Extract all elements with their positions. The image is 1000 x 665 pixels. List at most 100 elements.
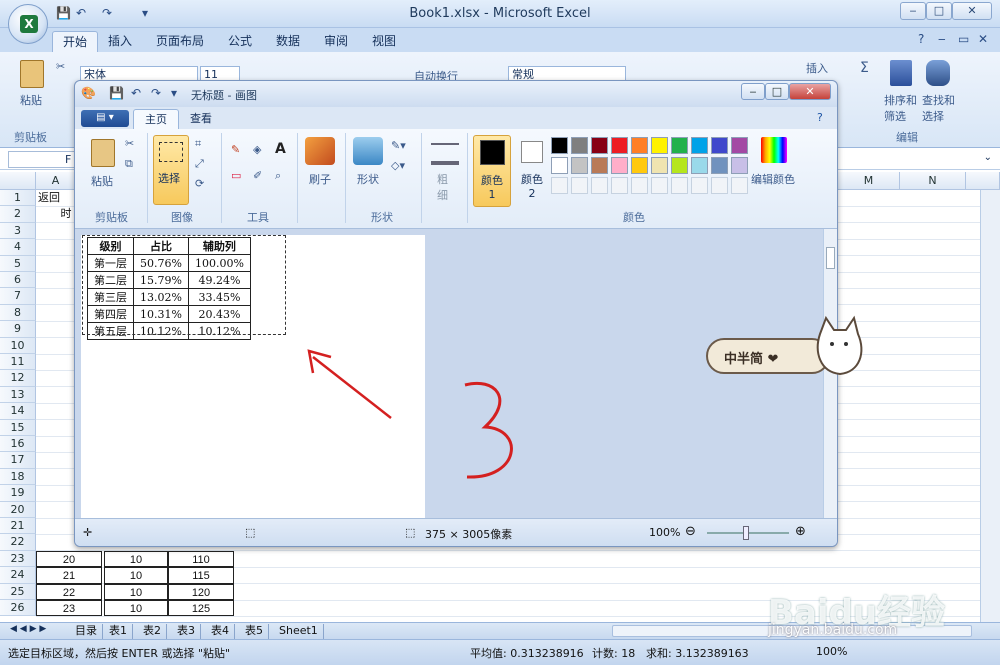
- paint-minimize-button[interactable]: ‒: [741, 83, 765, 100]
- data-cell[interactable]: 10: [104, 550, 168, 568]
- sheet-tab[interactable]: Sheet1: [274, 624, 324, 639]
- office-button[interactable]: X: [8, 4, 48, 44]
- row-header[interactable]: 3: [0, 222, 36, 240]
- fill-shape-icon[interactable]: ◇▾: [391, 159, 405, 172]
- row-header[interactable]: 25: [0, 583, 36, 600]
- zoom-in-icon[interactable]: ⊕: [795, 524, 806, 539]
- edit-colors-icon[interactable]: [761, 137, 787, 163]
- palette-swatch[interactable]: [711, 157, 728, 174]
- row-header[interactable]: 16: [0, 436, 36, 453]
- palette-swatch[interactable]: [711, 137, 728, 154]
- data-cell[interactable]: 125: [168, 600, 234, 617]
- find-select-button[interactable]: 查找和选择: [922, 92, 962, 124]
- fill-icon[interactable]: ◈: [253, 143, 261, 156]
- row-header[interactable]: 4: [0, 239, 36, 256]
- palette-swatch[interactable]: [651, 137, 668, 154]
- palette-empty-slot[interactable]: [731, 177, 748, 194]
- row-header[interactable]: 5: [0, 255, 36, 272]
- tab-page-layout[interactable]: 页面布局: [146, 31, 214, 52]
- data-cell[interactable]: 10: [104, 583, 168, 600]
- paint-close-button[interactable]: ✕: [789, 83, 831, 100]
- crop-icon[interactable]: ⌗: [195, 137, 201, 151]
- autosum-icon[interactable]: Σ: [860, 60, 869, 76]
- color2-button[interactable]: 颜色 2: [515, 135, 551, 207]
- row-header[interactable]: 14: [0, 403, 36, 420]
- data-cell[interactable]: 21: [36, 567, 102, 584]
- outline-icon[interactable]: ✎▾: [391, 139, 406, 152]
- row-header[interactable]: 2: [0, 206, 36, 223]
- row-header[interactable]: 26: [0, 600, 36, 617]
- data-cell[interactable]: 23: [36, 600, 102, 617]
- row-header[interactable]: 18: [0, 468, 36, 486]
- size-button[interactable]: 粗细: [437, 171, 451, 203]
- magnifier-icon[interactable]: ⌕: [275, 169, 281, 183]
- palette-swatch[interactable]: [671, 137, 688, 154]
- palette-empty-slot[interactable]: [711, 177, 728, 194]
- size-lines-icon[interactable]: [431, 143, 459, 165]
- text-tool-icon[interactable]: A: [275, 141, 286, 157]
- paint-customize-icon[interactable]: ▾: [171, 86, 177, 100]
- row-header[interactable]: 7: [0, 288, 36, 305]
- maximize-button[interactable]: □: [926, 2, 952, 20]
- row-header[interactable]: 1: [0, 190, 36, 207]
- palette-swatch[interactable]: [631, 137, 648, 154]
- sheet-tab[interactable]: 表4: [206, 624, 235, 639]
- palette-swatch[interactable]: [691, 137, 708, 154]
- palette-swatch[interactable]: [591, 137, 608, 154]
- zoom-out-icon[interactable]: ⊖: [685, 524, 696, 539]
- find-binoculars-icon[interactable]: [926, 60, 950, 86]
- palette-swatch[interactable]: [651, 157, 668, 174]
- row-header[interactable]: 13: [0, 386, 36, 404]
- row-header[interactable]: 17: [0, 452, 36, 469]
- palette-swatch[interactable]: [731, 157, 748, 174]
- data-cell[interactable]: 120: [168, 583, 234, 600]
- col-header-a[interactable]: A: [36, 172, 76, 190]
- palette-swatch[interactable]: [691, 157, 708, 174]
- data-cell[interactable]: 10: [104, 600, 168, 617]
- sort-filter-button[interactable]: 排序和筛选: [884, 92, 924, 124]
- row-header[interactable]: 8: [0, 304, 36, 322]
- paint-canvas[interactable]: 级别 占比 辅助列 第一层 50.76% 100.00% 第二层 15.79% 49.24% 第…: [81, 235, 425, 518]
- sort-filter-icon[interactable]: [890, 60, 912, 86]
- row-header[interactable]: 19: [0, 485, 36, 502]
- row-header[interactable]: 15: [0, 419, 36, 436]
- paint-cut-icon[interactable]: ✂: [125, 137, 134, 150]
- palette-swatch[interactable]: [571, 137, 588, 154]
- edit-colors-button[interactable]: 编辑颜色: [751, 171, 795, 187]
- close-button[interactable]: ✕: [952, 2, 992, 20]
- row-header[interactable]: 9: [0, 321, 36, 338]
- data-cell[interactable]: 110: [168, 550, 234, 568]
- row-header[interactable]: 24: [0, 567, 36, 584]
- col-header-n[interactable]: N: [900, 172, 966, 190]
- pencil-icon[interactable]: ✎: [231, 143, 240, 156]
- palette-swatch[interactable]: [731, 137, 748, 154]
- color-picker-icon[interactable]: ✐: [253, 169, 262, 182]
- paint-redo-icon[interactable]: ↷: [151, 86, 161, 100]
- paint-paste-icon[interactable]: [91, 139, 115, 167]
- paint-save-icon[interactable]: 💾: [109, 86, 124, 100]
- paste-button-label[interactable]: 粘贴: [20, 92, 42, 108]
- eraser-icon[interactable]: ▭: [231, 169, 241, 182]
- palette-empty-slot[interactable]: [551, 177, 568, 194]
- ribbon-minimize-icon[interactable]: ‒: [938, 32, 946, 46]
- select-button[interactable]: 选择: [153, 135, 189, 205]
- data-cell[interactable]: 20: [36, 550, 102, 568]
- row-header[interactable]: 21: [0, 518, 36, 535]
- palette-swatch[interactable]: [551, 137, 568, 154]
- sheet-tab[interactable]: 表1: [104, 624, 133, 639]
- data-cell[interactable]: 22: [36, 583, 102, 600]
- palette-swatch[interactable]: [551, 157, 568, 174]
- palette-swatch[interactable]: [611, 137, 628, 154]
- resize-icon[interactable]: ⤢: [195, 157, 204, 171]
- data-cell[interactable]: 115: [168, 567, 234, 584]
- select-all-corner[interactable]: [0, 172, 36, 190]
- scroll-thumb[interactable]: [826, 247, 835, 269]
- palette-swatch[interactable]: [631, 157, 648, 174]
- paint-paste-button[interactable]: 粘贴: [91, 173, 113, 189]
- sheet-tab[interactable]: 表2: [138, 624, 167, 639]
- row-header[interactable]: 22: [0, 534, 36, 551]
- row-header[interactable]: 6: [0, 272, 36, 289]
- cut-icon[interactable]: ✂: [56, 60, 65, 73]
- col-header-m[interactable]: M: [838, 172, 900, 190]
- palette-swatch[interactable]: [671, 157, 688, 174]
